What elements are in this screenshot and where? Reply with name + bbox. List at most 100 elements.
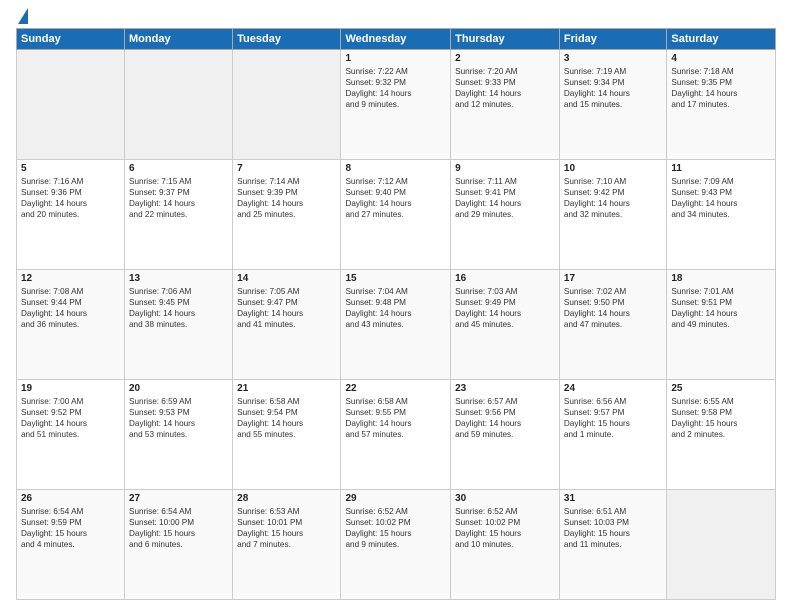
logo <box>16 12 28 20</box>
day-number: 18 <box>671 273 771 284</box>
day-info: Sunrise: 6:52 AM Sunset: 10:02 PM Daylig… <box>345 506 446 550</box>
day-number: 11 <box>671 163 771 174</box>
day-number: 30 <box>455 493 555 504</box>
day-cell: 24Sunrise: 6:56 AM Sunset: 9:57 PM Dayli… <box>559 380 666 490</box>
day-cell: 27 Sunrise: 6:54 AM Sunset: 10:00 PM Dayl… <box>125 490 233 600</box>
day-info: Sunrise: 7:08 AM Sunset: 9:44 PM Dayligh… <box>21 286 120 330</box>
day-number: 28 <box>237 493 336 504</box>
day-cell: 7Sunrise: 7:14 AM Sunset: 9:39 PM Daylig… <box>233 160 341 270</box>
day-number: 26 <box>21 493 120 504</box>
day-cell: 18 Sunrise: 7:01 AM Sunset: 9:51 PM Dayli… <box>667 270 776 380</box>
day-info: Sunrise: 6:51 AM Sunset: 10:03 PM Daylig… <box>564 506 662 550</box>
day-number: 4 <box>671 53 771 64</box>
day-number: 8 <box>345 163 446 174</box>
day-info: Sunrise: 6:52 AM Sunset: 10:02 PM Daylig… <box>455 506 555 550</box>
day-number: 23 <box>455 383 555 394</box>
day-number: 3 <box>564 53 662 64</box>
week-row-3: 12 Sunrise: 7:08 AM Sunset: 9:44 PM Dayli… <box>17 270 776 380</box>
day-info: Sunrise: 7:01 AM Sunset: 9:51 PM Dayligh… <box>671 286 771 330</box>
calendar: SundayMondayTuesdayWednesdayThursdayFrid… <box>16 28 776 600</box>
day-cell: 12 Sunrise: 7:08 AM Sunset: 9:44 PM Dayli… <box>17 270 125 380</box>
day-cell: 5Sunrise: 7:16 AM Sunset: 9:36 PM Daylig… <box>17 160 125 270</box>
day-cell: 6Sunrise: 7:15 AM Sunset: 9:37 PM Daylig… <box>125 160 233 270</box>
page: SundayMondayTuesdayWednesdayThursdayFrid… <box>0 0 792 612</box>
day-number: 27 <box>129 493 228 504</box>
day-number: 19 <box>21 383 120 394</box>
day-cell: 16 Sunrise: 7:03 AM Sunset: 9:49 PM Dayli… <box>451 270 560 380</box>
day-header-wednesday: Wednesday <box>341 29 451 50</box>
day-cell: 8 Sunrise: 7:12 AM Sunset: 9:40 PM Daylig… <box>341 160 451 270</box>
logo-triangle-icon <box>18 8 28 24</box>
day-number: 2 <box>455 53 555 64</box>
day-info: Sunrise: 6:53 AM Sunset: 10:01 PM Daylig… <box>237 506 336 550</box>
day-number: 22 <box>345 383 446 394</box>
day-cell: 10 Sunrise: 7:10 AM Sunset: 9:42 PM Dayli… <box>559 160 666 270</box>
day-cell: 19 Sunrise: 7:00 AM Sunset: 9:52 PM Dayli… <box>17 380 125 490</box>
day-cell <box>17 50 125 160</box>
day-info: Sunrise: 7:03 AM Sunset: 9:49 PM Dayligh… <box>455 286 555 330</box>
day-cell: 28 Sunrise: 6:53 AM Sunset: 10:01 PM Dayl… <box>233 490 341 600</box>
day-cell: 9Sunrise: 7:11 AM Sunset: 9:41 PM Daylig… <box>451 160 560 270</box>
day-number: 12 <box>21 273 120 284</box>
day-info: Sunrise: 6:58 AM Sunset: 9:55 PM Dayligh… <box>345 396 446 440</box>
day-number: 14 <box>237 273 336 284</box>
day-cell: 22 Sunrise: 6:58 AM Sunset: 9:55 PM Dayli… <box>341 380 451 490</box>
day-cell: 21Sunrise: 6:58 AM Sunset: 9:54 PM Dayli… <box>233 380 341 490</box>
day-number: 24 <box>564 383 662 394</box>
calendar-table: SundayMondayTuesdayWednesdayThursdayFrid… <box>16 28 776 600</box>
day-cell: 11 Sunrise: 7:09 AM Sunset: 9:43 PM Dayli… <box>667 160 776 270</box>
day-cell: 23Sunrise: 6:57 AM Sunset: 9:56 PM Dayli… <box>451 380 560 490</box>
day-info: Sunrise: 7:16 AM Sunset: 9:36 PM Dayligh… <box>21 176 120 220</box>
day-cell <box>233 50 341 160</box>
week-row-5: 26Sunrise: 6:54 AM Sunset: 9:59 PM Dayli… <box>17 490 776 600</box>
day-header-saturday: Saturday <box>667 29 776 50</box>
day-info: Sunrise: 7:04 AM Sunset: 9:48 PM Dayligh… <box>345 286 446 330</box>
day-number: 1 <box>345 53 446 64</box>
day-cell: 13Sunrise: 7:06 AM Sunset: 9:45 PM Dayli… <box>125 270 233 380</box>
day-cell: 4Sunrise: 7:18 AM Sunset: 9:35 PM Daylig… <box>667 50 776 160</box>
day-info: Sunrise: 6:58 AM Sunset: 9:54 PM Dayligh… <box>237 396 336 440</box>
day-info: Sunrise: 7:12 AM Sunset: 9:40 PM Dayligh… <box>345 176 446 220</box>
day-info: Sunrise: 7:22 AM Sunset: 9:32 PM Dayligh… <box>345 66 446 110</box>
day-cell: 14Sunrise: 7:05 AM Sunset: 9:47 PM Dayli… <box>233 270 341 380</box>
day-info: Sunrise: 7:15 AM Sunset: 9:37 PM Dayligh… <box>129 176 228 220</box>
header <box>16 12 776 20</box>
day-cell: 26Sunrise: 6:54 AM Sunset: 9:59 PM Dayli… <box>17 490 125 600</box>
day-info: Sunrise: 7:00 AM Sunset: 9:52 PM Dayligh… <box>21 396 120 440</box>
day-number: 15 <box>345 273 446 284</box>
day-cell: 29 Sunrise: 6:52 AM Sunset: 10:02 PM Dayl… <box>341 490 451 600</box>
day-cell: 30 Sunrise: 6:52 AM Sunset: 10:02 PM Dayl… <box>451 490 560 600</box>
week-row-4: 19 Sunrise: 7:00 AM Sunset: 9:52 PM Dayli… <box>17 380 776 490</box>
day-cell: 15 Sunrise: 7:04 AM Sunset: 9:48 PM Dayli… <box>341 270 451 380</box>
day-info: Sunrise: 7:10 AM Sunset: 9:42 PM Dayligh… <box>564 176 662 220</box>
day-cell: 17 Sunrise: 7:02 AM Sunset: 9:50 PM Dayli… <box>559 270 666 380</box>
day-cell: 20 Sunrise: 6:59 AM Sunset: 9:53 PM Dayli… <box>125 380 233 490</box>
day-info: Sunrise: 6:54 AM Sunset: 10:00 PM Daylig… <box>129 506 228 550</box>
day-info: Sunrise: 6:59 AM Sunset: 9:53 PM Dayligh… <box>129 396 228 440</box>
day-cell: 2 Sunrise: 7:20 AM Sunset: 9:33 PM Daylig… <box>451 50 560 160</box>
day-cell: 3 Sunrise: 7:19 AM Sunset: 9:34 PM Daylig… <box>559 50 666 160</box>
day-number: 7 <box>237 163 336 174</box>
day-number: 31 <box>564 493 662 504</box>
day-info: Sunrise: 7:02 AM Sunset: 9:50 PM Dayligh… <box>564 286 662 330</box>
week-row-1: 1 Sunrise: 7:22 AM Sunset: 9:32 PM Daylig… <box>17 50 776 160</box>
day-number: 13 <box>129 273 228 284</box>
day-number: 9 <box>455 163 555 174</box>
day-info: Sunrise: 7:19 AM Sunset: 9:34 PM Dayligh… <box>564 66 662 110</box>
day-header-sunday: Sunday <box>17 29 125 50</box>
day-number: 29 <box>345 493 446 504</box>
day-number: 16 <box>455 273 555 284</box>
days-header-row: SundayMondayTuesdayWednesdayThursdayFrid… <box>17 29 776 50</box>
week-row-2: 5Sunrise: 7:16 AM Sunset: 9:36 PM Daylig… <box>17 160 776 270</box>
day-cell: 1 Sunrise: 7:22 AM Sunset: 9:32 PM Daylig… <box>341 50 451 160</box>
day-number: 20 <box>129 383 228 394</box>
day-header-tuesday: Tuesday <box>233 29 341 50</box>
day-number: 10 <box>564 163 662 174</box>
day-info: Sunrise: 7:09 AM Sunset: 9:43 PM Dayligh… <box>671 176 771 220</box>
day-number: 25 <box>671 383 771 394</box>
day-cell: 25Sunrise: 6:55 AM Sunset: 9:58 PM Dayli… <box>667 380 776 490</box>
day-header-friday: Friday <box>559 29 666 50</box>
day-header-thursday: Thursday <box>451 29 560 50</box>
day-number: 17 <box>564 273 662 284</box>
day-info: Sunrise: 7:20 AM Sunset: 9:33 PM Dayligh… <box>455 66 555 110</box>
